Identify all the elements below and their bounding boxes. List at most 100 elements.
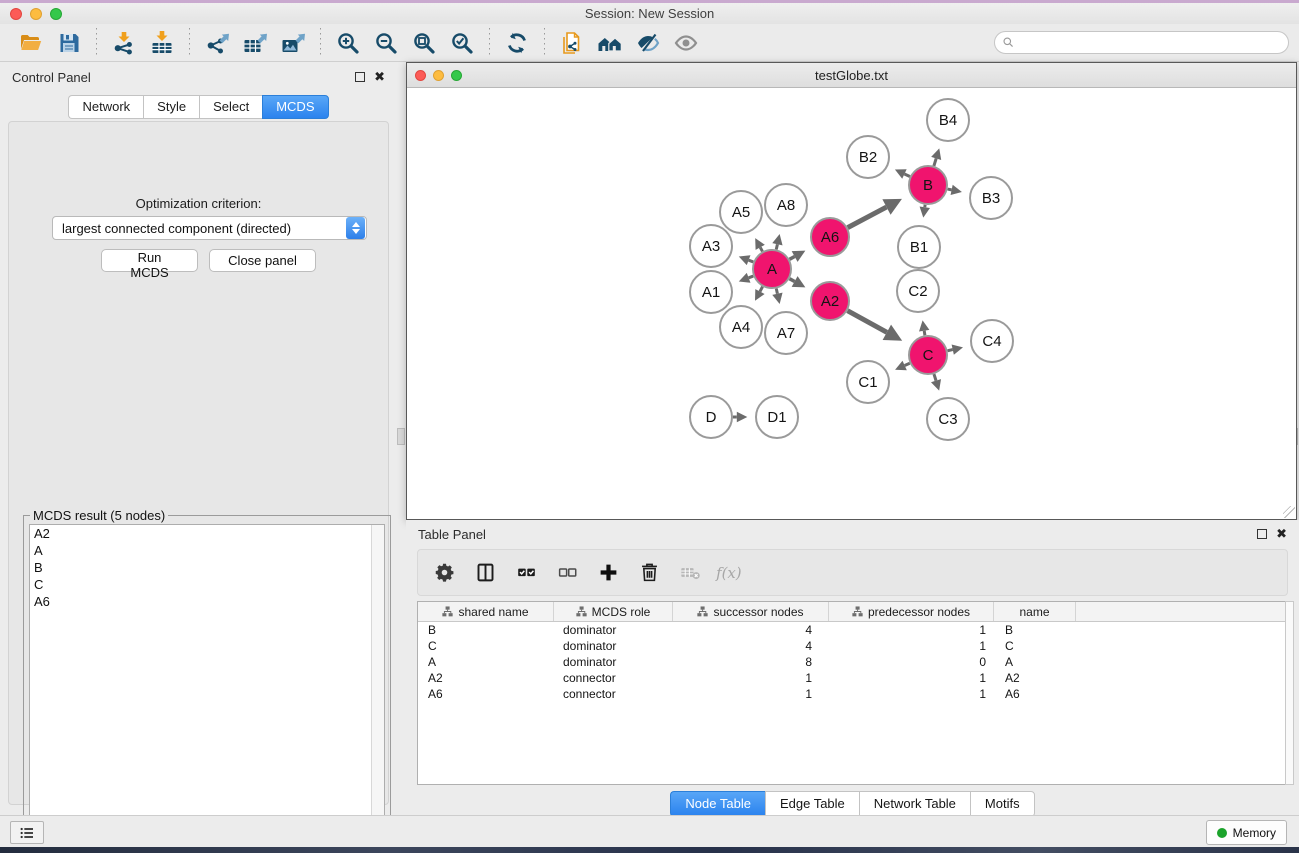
import-table-button[interactable]: [143, 27, 181, 59]
table-cell[interactable]: 1: [829, 639, 994, 653]
node-A8[interactable]: A8: [765, 184, 807, 226]
node-C4[interactable]: C4: [971, 320, 1013, 362]
table-cell[interactable]: B: [418, 623, 554, 637]
table-cell[interactable]: A6: [994, 687, 1076, 701]
node-C[interactable]: C: [909, 336, 947, 374]
table-cell[interactable]: 0: [829, 655, 994, 669]
edge-A-A4[interactable]: [760, 287, 763, 292]
node-C2[interactable]: C2: [897, 270, 939, 312]
table-row[interactable]: Cdominator41C: [418, 638, 1290, 654]
node-A4[interactable]: A4: [720, 306, 762, 348]
tab-network[interactable]: Network: [68, 95, 143, 119]
close-table-panel-icon[interactable]: ✖: [1276, 529, 1287, 539]
edge-B-B3[interactable]: [948, 189, 952, 190]
table-row[interactable]: Adominator80A: [418, 654, 1290, 670]
column-header-predecessor-nodes[interactable]: predecessor nodes: [829, 602, 994, 621]
mcds-list-scrollbar[interactable]: [371, 525, 384, 851]
tab-edge-table[interactable]: Edge Table: [765, 791, 859, 817]
refresh-button[interactable]: [498, 27, 536, 59]
settings-button[interactable]: [431, 560, 457, 586]
table-row[interactable]: Bdominator41B: [418, 622, 1290, 638]
node-C3[interactable]: C3: [927, 398, 969, 440]
table-cell[interactable]: C: [418, 639, 554, 653]
table-cell[interactable]: A6: [418, 687, 554, 701]
run-mcds-button[interactable]: Run MCDS: [101, 249, 198, 272]
open-session-button[interactable]: [12, 27, 50, 59]
network-canvas[interactable]: B4B2BB3A5A8A6B1A3AC2A1A2A4A7C4CC1C3DD1: [407, 88, 1296, 519]
save-session-button[interactable]: [50, 27, 88, 59]
tab-select[interactable]: Select: [199, 95, 262, 119]
optimization-criterion-select[interactable]: largest connected component (directed): [52, 216, 367, 240]
table-cell[interactable]: dominator: [554, 655, 673, 669]
table-cell[interactable]: A: [418, 655, 554, 669]
mcds-result-item[interactable]: A: [30, 542, 384, 559]
node-B4[interactable]: B4: [927, 99, 969, 141]
resize-grip-icon[interactable]: [1283, 506, 1295, 518]
edge-A2-C[interactable]: [848, 311, 887, 333]
table-cell[interactable]: 4: [673, 639, 829, 653]
column-header-successor-nodes[interactable]: successor nodes: [673, 602, 829, 621]
edge-A-A7[interactable]: [776, 289, 777, 294]
table-cell[interactable]: 1: [829, 623, 994, 637]
tab-network-table[interactable]: Network Table: [859, 791, 970, 817]
mcds-result-item[interactable]: A2: [30, 525, 384, 542]
table-cell[interactable]: 1: [829, 671, 994, 685]
column-header-shared-name[interactable]: shared name: [418, 602, 554, 621]
node-D[interactable]: D: [690, 396, 732, 438]
node-B2[interactable]: B2: [847, 136, 889, 178]
node-A6[interactable]: A6: [811, 218, 849, 256]
delete-column-button[interactable]: [636, 560, 662, 586]
node-D1[interactable]: D1: [756, 396, 798, 438]
node-A7[interactable]: A7: [765, 312, 807, 354]
table-cell[interactable]: connector: [554, 687, 673, 701]
column-header-name[interactable]: name: [994, 602, 1076, 621]
edge-A-A2[interactable]: [790, 279, 795, 282]
edge-A-A8[interactable]: [776, 244, 777, 249]
mcds-result-list[interactable]: A2ABCA6: [29, 524, 385, 852]
edge-C-C3[interactable]: [934, 374, 936, 381]
node-table[interactable]: shared nameMCDS rolesuccessor nodesprede…: [417, 601, 1291, 785]
memory-button[interactable]: Memory: [1206, 820, 1287, 845]
edge-B-B2[interactable]: [904, 174, 909, 177]
mcds-result-item[interactable]: B: [30, 559, 384, 576]
close-panel-icon[interactable]: ✖: [374, 72, 385, 82]
mcds-result-item[interactable]: A6: [30, 593, 384, 610]
zoom-in-button[interactable]: [329, 27, 367, 59]
edge-A-A3[interactable]: [749, 260, 754, 262]
node-A3[interactable]: A3: [690, 225, 732, 267]
deselect-all-button[interactable]: [554, 560, 580, 586]
close-panel-button[interactable]: Close panel: [209, 249, 316, 272]
node-A2[interactable]: A2: [811, 282, 849, 320]
table-cell[interactable]: 1: [673, 687, 829, 701]
table-cell[interactable]: dominator: [554, 623, 673, 637]
table-cell[interactable]: A2: [418, 671, 554, 685]
search-input[interactable]: [1015, 33, 1288, 52]
export-network-button[interactable]: [198, 27, 236, 59]
vertical-splitter-handle[interactable]: [397, 428, 405, 445]
edge-A-A1[interactable]: [749, 276, 754, 278]
zoom-selected-button[interactable]: [443, 27, 481, 59]
edge-C-C4[interactable]: [948, 350, 953, 351]
table-cell[interactable]: 1: [673, 671, 829, 685]
mcds-result-item[interactable]: C: [30, 576, 384, 593]
table-cell[interactable]: A: [994, 655, 1076, 669]
table-cell[interactable]: 8: [673, 655, 829, 669]
select-all-button[interactable]: [513, 560, 539, 586]
table-cell[interactable]: connector: [554, 671, 673, 685]
tab-style[interactable]: Style: [143, 95, 199, 119]
edge-C-C1[interactable]: [905, 363, 910, 365]
float-table-panel-icon[interactable]: [1257, 529, 1267, 539]
table-cell[interactable]: 4: [673, 623, 829, 637]
task-history-button[interactable]: [10, 821, 44, 844]
node-A[interactable]: A: [753, 250, 791, 288]
table-cell[interactable]: C: [994, 639, 1076, 653]
home-button[interactable]: [591, 27, 629, 59]
add-column-button[interactable]: [595, 560, 621, 586]
zoom-fit-button[interactable]: [405, 27, 443, 59]
node-B1[interactable]: B1: [898, 226, 940, 268]
node-B[interactable]: B: [909, 166, 947, 204]
edge-B-B4[interactable]: [934, 158, 936, 165]
export-image-button[interactable]: [274, 27, 312, 59]
search-field[interactable]: [994, 31, 1289, 54]
edge-A-A5[interactable]: [760, 247, 762, 251]
